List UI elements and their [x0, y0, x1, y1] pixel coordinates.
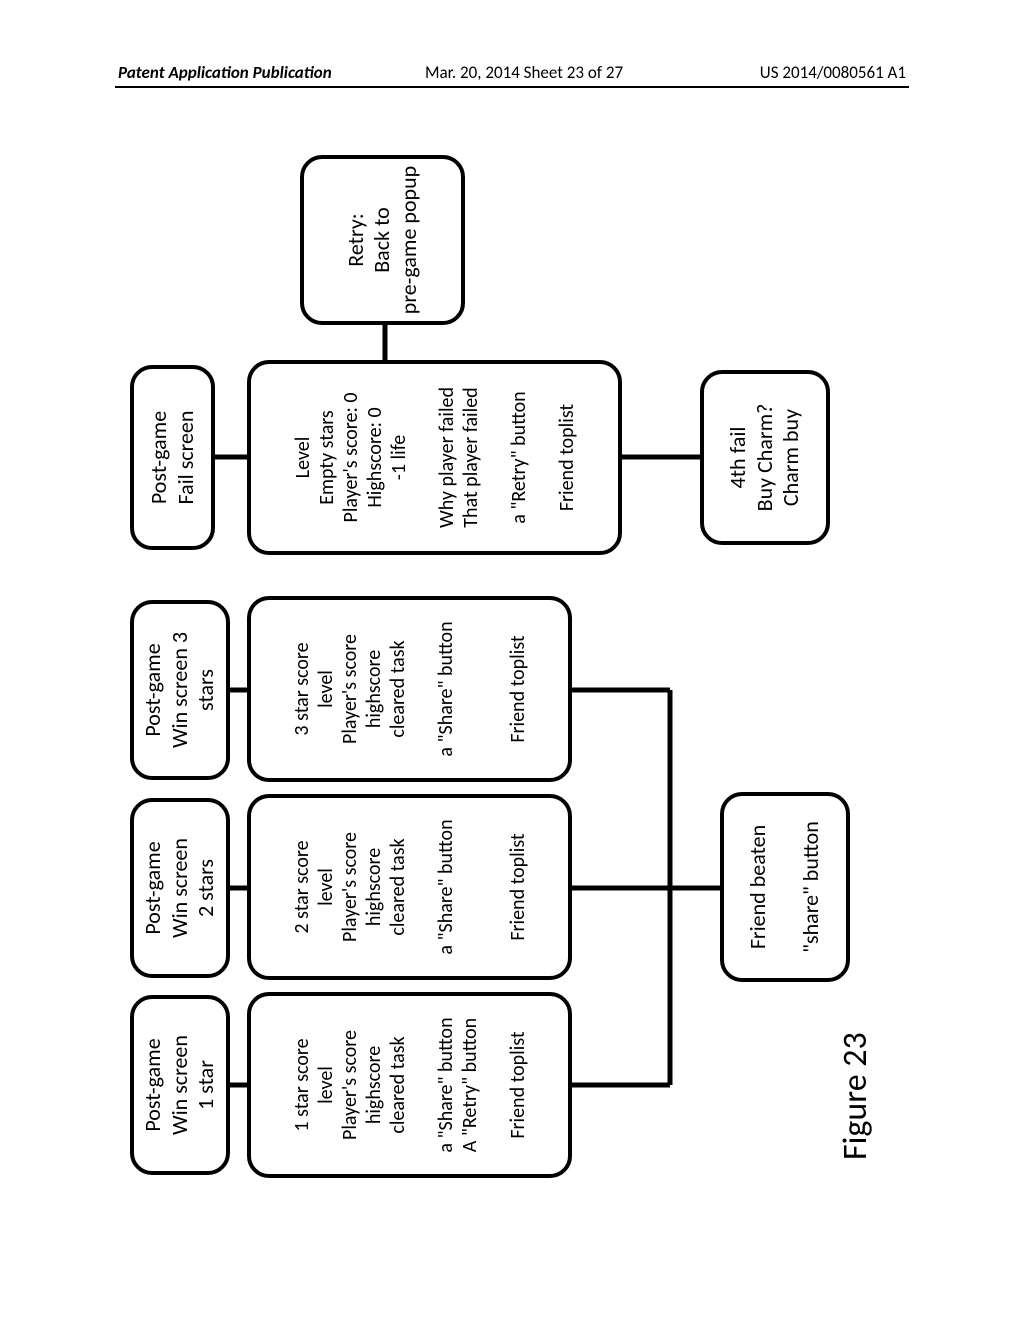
node-charm-buy: 4th fail Buy Charm? Charm buy — [700, 370, 830, 545]
text: Player's score — [338, 606, 362, 772]
text: cleared task — [386, 1002, 410, 1168]
node-fail-body: Level Empty stars Player's score: 0 High… — [247, 360, 622, 555]
text: Friend toplist — [506, 606, 530, 772]
node-fail-header: Post-game Fail screen — [130, 365, 215, 550]
text: "share" button — [798, 802, 824, 972]
text — [458, 606, 482, 772]
text: highscore — [362, 1002, 386, 1168]
text — [482, 606, 506, 772]
text: Post-game — [140, 1005, 166, 1165]
text: stars — [193, 610, 219, 770]
text: Post-game — [140, 808, 166, 968]
node-win-2star-body: 2 star score level Player's score highsc… — [247, 794, 572, 980]
text: Why player failed — [435, 370, 459, 545]
node-win-2star-header: Post-game Win screen 2 stars — [130, 798, 230, 978]
text: Player's score — [338, 804, 362, 970]
text — [772, 802, 798, 972]
text: Highscore: 0 — [363, 370, 387, 545]
node-retry: Retry: Back to pre-game popup — [300, 155, 465, 325]
text: cleared task — [386, 804, 410, 970]
text — [482, 1002, 506, 1168]
text — [410, 1002, 434, 1168]
text: Friend toplist — [555, 370, 579, 545]
text: Charm buy — [778, 380, 804, 535]
text: Friend toplist — [506, 804, 530, 970]
text — [483, 370, 507, 545]
text: Retry: — [343, 165, 369, 315]
node-friend-beaten: Friend beaten "share" button — [720, 792, 850, 982]
node-win-1star-header: Post-game Win screen 1 star — [130, 995, 230, 1175]
text: Fail screen — [173, 375, 199, 540]
text: Win screen — [167, 808, 193, 968]
text: level — [314, 804, 338, 970]
text: 1 star score — [290, 1002, 314, 1168]
text: 3 star score — [290, 606, 314, 772]
text: Friend toplist — [506, 1002, 530, 1168]
text: highscore — [362, 804, 386, 970]
text: Win screen 3 — [167, 610, 193, 770]
text: cleared task — [386, 606, 410, 772]
text: 2 star score — [290, 804, 314, 970]
text: A "Retry" button — [458, 1002, 482, 1168]
header-mid: Mar. 20, 2014 Sheet 23 of 27 — [425, 62, 623, 83]
text: Player's score: 0 — [339, 370, 363, 545]
node-win-3star-body: 3 star score level Player's score highsc… — [247, 596, 572, 782]
text — [531, 370, 555, 545]
text: a "Share" button — [434, 1002, 458, 1168]
text — [482, 804, 506, 970]
text: 2 stars — [193, 808, 219, 968]
text — [410, 804, 434, 970]
text: Level — [291, 370, 315, 545]
text: 1 star — [193, 1005, 219, 1165]
text — [411, 370, 435, 545]
text: Back to — [369, 165, 395, 315]
text — [458, 804, 482, 970]
text: Buy Charm? — [752, 380, 778, 535]
text: Win screen — [167, 1005, 193, 1165]
header-right: US 2014/0080561 A1 — [760, 62, 906, 83]
text: Empty stars — [315, 370, 339, 545]
header-left: Patent Application Publication — [118, 62, 332, 83]
text: level — [314, 1002, 338, 1168]
text: That player failed — [459, 370, 483, 545]
text: pre-game popup — [396, 165, 422, 315]
text: 4th fail — [725, 380, 751, 535]
text: a "Share" button — [434, 606, 458, 772]
text: highscore — [362, 606, 386, 772]
text: -1 life — [387, 370, 411, 545]
figure-label: Figure 23 — [835, 1032, 876, 1160]
text: Friend beaten — [745, 802, 771, 972]
node-win-3star-header: Post-game Win screen 3 stars — [130, 600, 230, 780]
text: level — [314, 606, 338, 772]
header-rule — [115, 86, 909, 88]
text: Post-game — [140, 610, 166, 770]
text — [410, 606, 434, 772]
text: a "Retry" button — [507, 370, 531, 545]
text: Post-game — [146, 375, 172, 540]
text: a "Share" button — [434, 804, 458, 970]
node-win-1star-body: 1 star score level Player's score highsc… — [247, 992, 572, 1178]
text: Player's score — [338, 1002, 362, 1168]
